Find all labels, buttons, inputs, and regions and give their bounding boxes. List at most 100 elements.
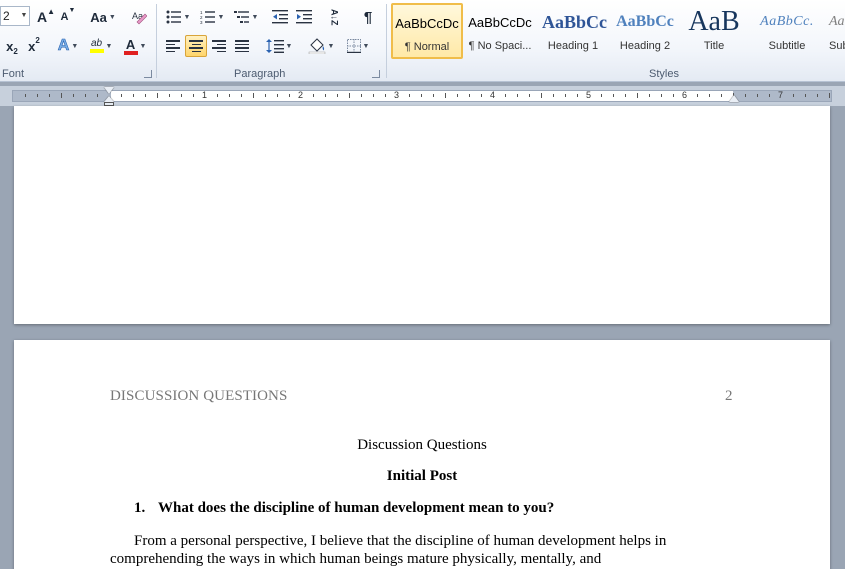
right-indent-marker[interactable] [729, 95, 739, 102]
page-header-title: DISCUSSION QUESTIONS [110, 388, 288, 404]
ruler-tick [457, 94, 458, 97]
ruler-tick [553, 94, 554, 97]
ruler-tick [157, 93, 158, 98]
align-center-icon [189, 40, 203, 52]
document-page-2[interactable]: DISCUSSION QUESTIONS 2 Discussion Questi… [14, 340, 830, 569]
chevron-down-icon: ▼ [105, 42, 113, 50]
ruler-tick [769, 94, 770, 97]
ruler-tick [349, 93, 350, 98]
style-name: Title [703, 40, 725, 52]
style-heading-1[interactable]: AaBbCc Heading 1 [537, 3, 609, 59]
paragraph-group-label: Paragraph [234, 68, 286, 80]
align-left-button[interactable] [162, 35, 184, 57]
ruler-tick [97, 94, 98, 97]
sort-button[interactable]: A↓Z [323, 6, 345, 28]
style-sample: Aa [829, 14, 845, 29]
style-name: Heading 2 [619, 40, 671, 52]
ruler-tick [481, 94, 482, 97]
ruler-tick [829, 93, 830, 98]
grow-arrow-icon: ▲ [47, 7, 56, 16]
grow-font-button[interactable]: A ▲ [36, 6, 56, 28]
justify-button[interactable] [231, 35, 253, 57]
chevron-down-icon: ▼ [251, 13, 259, 21]
ruler-tick [529, 94, 530, 97]
ruler-tick [253, 93, 254, 98]
ribbon: 2 ▼ A ▲ A ▼ Aa ▼ Aa x2 x2 A ▼ ab ▼ A ▼ F… [0, 0, 845, 82]
style-name: Sub [829, 40, 845, 52]
increase-indent-icon [296, 10, 312, 24]
style-subtle-emphasis[interactable]: Aa Sub [824, 3, 845, 59]
ruler-tick [601, 94, 602, 97]
superscript-button[interactable]: x2 [24, 35, 44, 57]
ruler-tick [265, 94, 266, 97]
chevron-down-icon: ▼ [108, 13, 116, 21]
subscript-mark: 2 [13, 47, 18, 56]
numbering-button[interactable]: 1 2 3 ▼ [197, 6, 227, 28]
change-case-button[interactable]: Aa ▼ [88, 6, 118, 28]
decrease-indent-button[interactable] [269, 6, 291, 28]
body-paragraph: From a personal perspective, I believe t… [110, 533, 667, 567]
show-formatting-marks-button[interactable]: ¶ [357, 6, 379, 28]
styles-group-label: Styles [649, 68, 679, 80]
style-title[interactable]: AaB Title [678, 3, 750, 59]
subscript-button[interactable]: x2 [2, 35, 22, 57]
ruler-tick [121, 94, 122, 97]
multilevel-list-button[interactable]: ▼ [231, 6, 261, 28]
style-normal[interactable]: AaBbCcDc ¶ Normal [391, 3, 463, 59]
document-page-1[interactable] [14, 106, 830, 324]
font-dialog-launcher[interactable] [144, 70, 152, 78]
ruler-number: 5 [586, 90, 592, 100]
style-subtitle[interactable]: AaBbCc. Subtitle [751, 3, 823, 59]
font-color-button[interactable]: A ▼ [120, 35, 150, 57]
first-line-indent-marker[interactable] [104, 87, 114, 94]
shrink-font-icon: A [60, 11, 69, 23]
ruler-tick [637, 93, 638, 98]
paragraph-dialog-launcher[interactable] [372, 70, 380, 78]
style-name: Heading 1 [547, 40, 599, 52]
paint-bucket-icon [308, 38, 325, 54]
increase-indent-button[interactable] [293, 6, 315, 28]
align-right-button[interactable] [208, 35, 230, 57]
ruler-tick [85, 94, 86, 97]
style-sample: AaBbCc. [760, 14, 814, 29]
chevron-down-icon: ▼ [362, 42, 370, 50]
ruler-tick [241, 94, 242, 97]
ruler-tick [313, 94, 314, 97]
ruler-tick [709, 94, 710, 97]
ruler-tick [577, 94, 578, 97]
style-no-spacing[interactable]: AaBbCcDc ¶ No Spaci... [464, 3, 536, 59]
highlight-button[interactable]: ab ▼ [86, 35, 116, 57]
ruler-tick [169, 94, 170, 97]
bullets-button[interactable]: ▼ [163, 6, 193, 28]
highlight-icon: ab [90, 38, 103, 49]
ruler-tick [37, 94, 38, 97]
styles-group: AaBbCcDc ¶ Normal AaBbCcDc ¶ No Spaci...… [387, 0, 845, 82]
ruler-tick [49, 94, 50, 97]
align-center-button[interactable] [185, 35, 207, 57]
borders-button[interactable]: ▼ [341, 35, 375, 57]
document-title: Discussion Questions [357, 437, 487, 453]
font-group: 2 ▼ A ▲ A ▼ Aa ▼ Aa x2 x2 A ▼ ab ▼ A ▼ F… [0, 0, 156, 82]
font-size-dropdown[interactable]: ▼ [18, 7, 30, 25]
style-sample: AaB [688, 6, 740, 37]
question-number: 1. [134, 500, 146, 516]
bullets-icon [166, 10, 181, 24]
ruler-tick [193, 94, 194, 97]
clear-formatting-button[interactable]: Aa [128, 6, 150, 28]
horizontal-ruler[interactable]: 1 2 3 4 5 6 7 [0, 86, 845, 106]
line-spacing-button[interactable]: ▼ [263, 35, 295, 57]
ruler-number: 7 [778, 90, 784, 100]
text-effects-button[interactable]: A ▼ [54, 35, 82, 57]
multilevel-list-icon [233, 11, 249, 23]
numbering-icon: 1 2 3 [200, 10, 215, 24]
font-size-value: 2 [3, 9, 10, 23]
ruler-number: 1 [202, 90, 208, 100]
ruler-number: 4 [490, 90, 496, 100]
ruler-tick [613, 94, 614, 97]
style-heading-2[interactable]: AaBbCc Heading 2 [609, 3, 681, 59]
shading-button[interactable]: ▼ [305, 35, 337, 57]
style-sample: AaBbCcDc [395, 15, 459, 31]
svg-text:3: 3 [200, 20, 203, 24]
ruler-number: 6 [682, 90, 688, 100]
shrink-font-button[interactable]: A ▼ [58, 6, 78, 28]
